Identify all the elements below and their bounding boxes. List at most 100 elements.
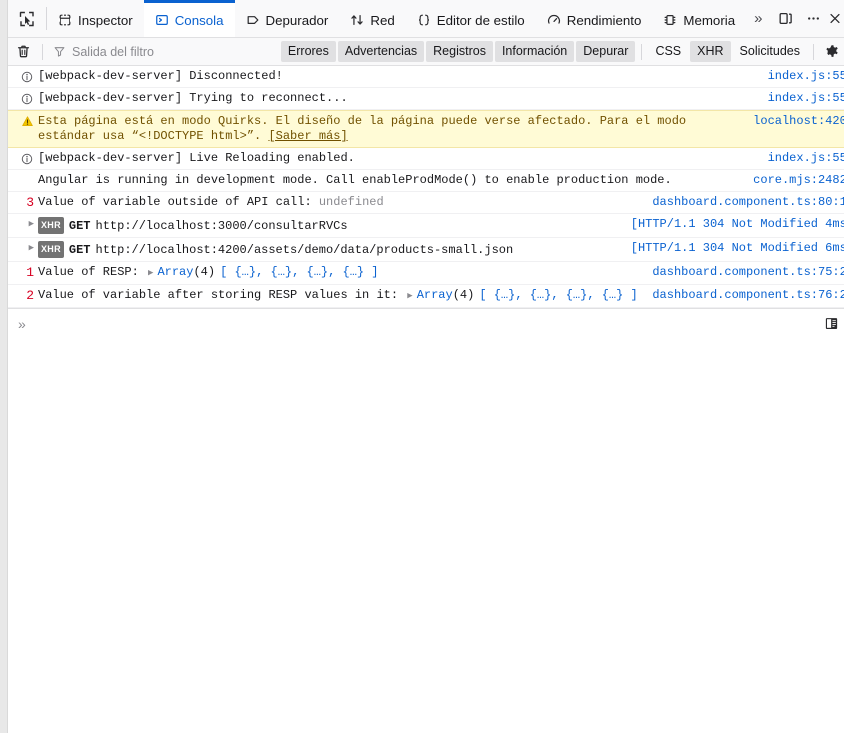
learn-more-link[interactable]: [Saber más] — [268, 129, 347, 143]
info-icon — [20, 151, 34, 166]
message-gutter: 1 — [8, 265, 38, 280]
warning-text: Esta página está en modo Quirks. El dise… — [38, 114, 694, 143]
editor-mode-button[interactable] — [822, 315, 840, 333]
object-expand-twisty[interactable]: ▶ — [407, 291, 412, 301]
repeat-counter: 1 — [26, 265, 34, 280]
repeat-counter: 2 — [26, 288, 34, 303]
tab-inspector[interactable]: Inspector — [47, 0, 144, 37]
expand-twisty[interactable]: ▶ — [29, 241, 34, 256]
funnel-icon — [54, 47, 65, 57]
message-text: Value of RESP: ▶ Array(4)[ {…}, {…}, {…},… — [38, 265, 644, 281]
tab-label-style-editor: Editor de estilo — [436, 12, 525, 28]
close-icon — [830, 13, 840, 24]
devtools-window: Inspector Consola Depurador Red Editor d… — [0, 0, 844, 733]
console-network-row[interactable]: ▶ XHR GET http://localhost:4200/assets/dem… — [8, 238, 844, 262]
filter-toggle-registros[interactable]: Registros — [426, 41, 493, 62]
message-text: [webpack-dev-server] Disconnected! — [38, 69, 283, 83]
message-source-link[interactable]: dashboard.component.ts:76:26 — [644, 288, 844, 303]
console-input[interactable] — [25, 315, 822, 332]
filter-toggle-css[interactable]: CSS — [648, 41, 688, 62]
filter-toggle-solicitudes[interactable]: Solicitudes — [733, 41, 807, 62]
message-source-link[interactable]: dashboard.component.ts:75:26 — [644, 265, 844, 280]
tab-label-debugger: Depurador — [265, 12, 329, 28]
close-devtools-button[interactable] — [828, 6, 842, 32]
devtools-panel: Inspector Consola Depurador Red Editor d… — [8, 0, 844, 733]
log-value-undefined: undefined — [318, 195, 384, 209]
message-gutter: 3 — [8, 195, 38, 210]
debugger-icon — [246, 13, 260, 27]
request-url[interactable]: http://localhost:3000/consultarRVCs — [96, 219, 348, 233]
element-picker-button[interactable] — [8, 0, 46, 37]
message-source-link[interactable]: index.js:551 — [760, 91, 844, 106]
page-gutter — [0, 0, 8, 733]
filterbar-separator-gear — [813, 43, 814, 60]
console-message-row[interactable]: 2 Value of variable after storing RESP v… — [8, 285, 844, 308]
filter-toggle-errores[interactable]: Errores — [280, 41, 336, 62]
tab-console[interactable]: Consola — [143, 0, 235, 37]
toolbar-overflow-button[interactable]: » — [746, 0, 770, 37]
console-message-row[interactable]: [webpack-dev-server] Trying to reconnect… — [8, 88, 844, 110]
tab-memory[interactable]: Memoria — [652, 0, 746, 37]
message-text: Value of variable after storing RESP val… — [38, 288, 644, 304]
xhr-badge: XHR — [38, 217, 64, 234]
message-gutter: 2 — [8, 288, 38, 303]
more-options-button[interactable] — [800, 6, 826, 32]
expand-twisty[interactable]: ▶ — [29, 217, 34, 232]
devtools-tab-list: Inspector Consola Depurador Red Editor d… — [47, 0, 772, 37]
toolbar-right-controls — [772, 0, 844, 37]
filterbar-separator-right — [641, 43, 643, 60]
tab-label-inspector: Inspector — [78, 12, 133, 28]
memory-icon — [663, 13, 677, 27]
log-label: Value of variable after storing RESP val… — [38, 288, 406, 302]
message-source-link[interactable]: index.js:551 — [760, 69, 844, 84]
performance-icon — [547, 13, 561, 27]
response-status: [HTTP/1.1 304 Not Modified 6ms] — [630, 241, 844, 255]
console-network-row[interactable]: ▶ XHR GET http://localhost:3000/consultarR… — [8, 214, 844, 238]
tab-performance[interactable]: Rendimiento — [536, 0, 653, 37]
message-source-link[interactable]: core.mjs:24826 — [745, 173, 844, 188]
console-message-row[interactable]: [webpack-dev-server] Disconnected! index… — [8, 66, 844, 88]
filterbar-separator-left — [42, 43, 43, 60]
console-message-row[interactable]: 1 Value of RESP: ▶ Array(4)[ {…}, {…}, {…… — [8, 262, 844, 285]
object-preview[interactable]: [ {…}, {…}, {…}, {…} ] — [215, 265, 378, 279]
filter-toggle-xhr[interactable]: XHR — [690, 41, 731, 62]
object-type-name: Array — [157, 265, 194, 279]
message-gutter — [8, 69, 38, 84]
message-source-link[interactable]: dashboard.component.ts:80:16 — [644, 195, 844, 210]
object-preview[interactable]: [ {…}, {…}, {…}, {…} ] — [474, 288, 637, 302]
console-warning-row[interactable]: Esta página está en modo Quirks. El dise… — [8, 110, 844, 148]
message-gutter — [8, 91, 38, 106]
message-source-link[interactable]: index.js:551 — [760, 151, 844, 166]
request-url[interactable]: http://localhost:4200/assets/demo/data/p… — [96, 243, 514, 257]
filter-input[interactable] — [72, 44, 275, 59]
warning-icon — [20, 114, 34, 129]
http-method: GET — [68, 219, 91, 233]
console-output[interactable]: [webpack-dev-server] Disconnected! index… — [8, 66, 844, 733]
filter-toggle-depurar[interactable]: Depurar — [576, 41, 636, 62]
network-request-text: XHR GET http://localhost:3000/consultarRVC… — [38, 217, 623, 234]
console-icon — [155, 13, 169, 27]
message-gutter: ▶ — [8, 217, 38, 232]
devtools-toolbar: Inspector Consola Depurador Red Editor d… — [8, 0, 844, 38]
log-label: Value of variable outside of API call: — [38, 195, 319, 209]
filter-toggle-informacion[interactable]: Información — [494, 41, 575, 62]
tab-label-memory: Memoria — [683, 12, 736, 28]
dock-split-icon — [778, 12, 792, 25]
message-text: [webpack-dev-server] Live Reloading enab… — [38, 151, 355, 165]
console-message-row[interactable]: [webpack-dev-server] Live Reloading enab… — [8, 148, 844, 170]
console-message-row[interactable]: 3 Value of variable outside of API call:… — [8, 192, 844, 214]
console-message-row[interactable]: Angular is running in development mode. … — [8, 170, 844, 192]
console-settings-button[interactable] — [822, 44, 842, 59]
clear-console-button[interactable] — [8, 44, 38, 59]
tab-debugger[interactable]: Depurador — [235, 0, 340, 37]
message-source-link[interactable]: localhost:4200 — [745, 114, 844, 129]
object-expand-twisty[interactable]: ▶ — [148, 268, 153, 278]
tab-network[interactable]: Red — [339, 0, 405, 37]
message-text: Angular is running in development mode. … — [38, 173, 672, 187]
console-input-prompt[interactable]: » — [8, 308, 844, 338]
editor-mode-icon — [825, 318, 837, 329]
dock-split-button[interactable] — [772, 6, 798, 32]
element-picker-icon — [19, 11, 34, 26]
filter-toggle-advertencias[interactable]: Advertencias — [337, 41, 425, 62]
tab-style-editor[interactable]: Editor de estilo — [406, 0, 536, 37]
